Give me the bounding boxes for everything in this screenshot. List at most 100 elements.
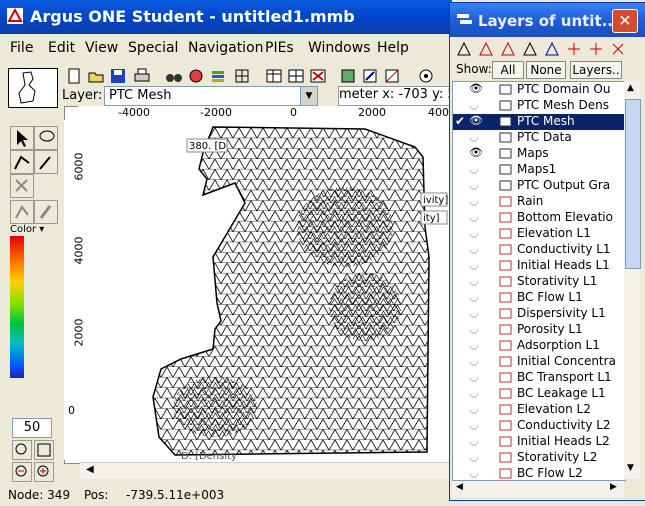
zoom-out-icon[interactable] xyxy=(12,462,32,482)
eye-closed-icon[interactable]: ◡ xyxy=(469,402,485,415)
grid-table-icon[interactable] xyxy=(286,66,306,86)
menu-help[interactable]: Help xyxy=(377,40,409,56)
layer-list[interactable]: 👁 PTC Domain Ou ◡ PTC Mesh Dens ✔ 👁 PTC Mesh ◡ P… xyxy=(452,81,626,481)
scroll-left-icon[interactable]: ◀ xyxy=(456,482,463,492)
scrollbar-thumb[interactable] xyxy=(625,99,641,269)
eye-closed-icon[interactable]: ◡ xyxy=(469,178,485,191)
chevron-down-icon[interactable]: ▼ xyxy=(300,87,317,105)
eye-closed-icon[interactable]: ◡ xyxy=(469,130,485,143)
open-folder-icon[interactable] xyxy=(86,66,106,86)
zoom-in-icon[interactable] xyxy=(34,462,54,482)
grid-select-icon[interactable] xyxy=(232,66,252,86)
layer-tool-icon[interactable] xyxy=(498,39,518,59)
print-icon[interactable] xyxy=(132,66,152,86)
layer-item[interactable]: ◡ Adsorption L1 xyxy=(453,338,625,354)
vertex-tool-icon[interactable] xyxy=(10,200,34,224)
eye-closed-icon[interactable]: ◡ xyxy=(469,258,485,271)
layer-tool-icon[interactable] xyxy=(476,39,496,59)
menu-navigation[interactable]: Navigation xyxy=(188,40,264,56)
layer-item[interactable]: ◡ BC Leakage L1 xyxy=(453,386,625,402)
eye-closed-icon[interactable]: ◡ xyxy=(469,306,485,319)
layer-item[interactable]: ◡ Initial Heads L2 xyxy=(453,434,625,450)
scroll-up-icon[interactable]: ▲ xyxy=(627,83,634,93)
edit-layer-icon[interactable] xyxy=(360,66,380,86)
eye-icon[interactable]: 👁 xyxy=(469,146,485,159)
arrow-select-icon[interactable] xyxy=(10,126,34,150)
overview-thumbnail[interactable] xyxy=(8,68,58,108)
save-icon[interactable] xyxy=(108,66,128,86)
eye-closed-icon[interactable]: ◡ xyxy=(469,98,485,111)
eye-closed-icon[interactable]: ◡ xyxy=(469,370,485,383)
eye-closed-icon[interactable]: ◡ xyxy=(469,450,485,463)
layer-item[interactable]: ◡ Storativity L2 xyxy=(453,450,625,466)
layer-item[interactable]: ◡ BC Flow L1 xyxy=(453,290,625,306)
pencil-icon[interactable] xyxy=(34,200,58,224)
menu-view[interactable]: View xyxy=(85,40,118,56)
layer-tool-icon[interactable] xyxy=(542,39,562,59)
layer-list-vertical-scrollbar[interactable]: ▲ ▼ xyxy=(624,81,641,479)
layer-item[interactable]: ◡ BC Transport L1 xyxy=(453,370,625,386)
layer-select[interactable]: PTC Mesh ▼ xyxy=(104,86,318,106)
layer-item[interactable]: 👁 PTC Domain Ou xyxy=(453,82,625,98)
magic-wand-icon[interactable] xyxy=(34,150,58,174)
show-none-button[interactable]: None xyxy=(526,61,566,79)
table-icon[interactable] xyxy=(264,66,284,86)
menu-edit[interactable]: Edit xyxy=(48,40,75,56)
eye-icon[interactable]: 👁 xyxy=(469,114,485,127)
drawing-canvas[interactable]: 380. [D ivity] ity] D. [Density xyxy=(64,106,452,464)
layer-item[interactable]: ◡ PTC Output Gra xyxy=(453,178,625,194)
delete-grid-icon[interactable] xyxy=(308,66,328,86)
layer-item[interactable]: ✔ 👁 PTC Mesh xyxy=(453,114,625,130)
layer-tool-icon[interactable] xyxy=(586,39,606,59)
menu-file[interactable]: File xyxy=(10,40,33,56)
layer-item[interactable]: ◡ Conductivity L2 xyxy=(453,418,625,434)
layer-tool-icon[interactable] xyxy=(608,39,628,59)
eye-closed-icon[interactable]: ◡ xyxy=(469,434,485,447)
layer-item[interactable]: ◡ BC Flow L2 xyxy=(453,466,625,480)
eye-closed-icon[interactable]: ◡ xyxy=(469,210,485,223)
scroll-left-icon[interactable]: ◀ xyxy=(86,464,94,475)
eye-closed-icon[interactable]: ◡ xyxy=(469,194,485,207)
layer-item[interactable]: ◡ Conductivity L1 xyxy=(453,242,625,258)
layers-stack-icon[interactable] xyxy=(208,66,228,86)
layer-item[interactable]: ◡ PTC Mesh Dens xyxy=(453,98,625,114)
eye-closed-icon[interactable]: ◡ xyxy=(469,386,485,399)
menu-windows[interactable]: Windows xyxy=(308,40,371,56)
mesh-tool-icon[interactable] xyxy=(382,66,402,86)
layer-item[interactable]: ◡ Dispersivity L1 xyxy=(453,306,625,322)
eye-closed-icon[interactable]: ◡ xyxy=(469,242,485,255)
layer-item[interactable]: 👁 Maps xyxy=(453,146,625,162)
show-layers-button[interactable]: Layers.. xyxy=(570,61,622,79)
export-layer-icon[interactable] xyxy=(338,66,358,86)
color-mode-select[interactable]: Color ▾ xyxy=(10,224,44,235)
eye-closed-icon[interactable]: ◡ xyxy=(469,226,485,239)
layer-item[interactable]: ◡ Elevation L1 xyxy=(453,226,625,242)
layer-tool-icon[interactable] xyxy=(520,39,540,59)
layers-titlebar[interactable]: Layers of untit... ✕ xyxy=(450,3,645,37)
scroll-right-icon[interactable]: ▶ xyxy=(610,482,617,492)
layer-tool-icon[interactable] xyxy=(564,39,584,59)
layer-item[interactable]: ◡ Elevation L2 xyxy=(453,402,625,418)
main-titlebar[interactable]: Argus ONE Student - untitled1.mmb xyxy=(0,0,452,34)
new-file-icon[interactable] xyxy=(64,66,84,86)
menu-pies[interactable]: PIEs xyxy=(265,40,294,56)
polyline-icon[interactable] xyxy=(10,150,34,174)
layer-item[interactable]: ◡ Porosity L1 xyxy=(453,322,625,338)
eye-closed-icon[interactable]: ◡ xyxy=(469,338,485,351)
scroll-down-icon[interactable]: ▼ xyxy=(627,463,634,473)
close-icon[interactable]: ✕ xyxy=(612,9,638,33)
scissors-icon[interactable] xyxy=(10,174,34,198)
layer-item[interactable]: ◡ Maps1 xyxy=(453,162,625,178)
layer-list-horizontal-scrollbar[interactable]: ◀ ▶ xyxy=(452,481,624,497)
run-icon[interactable] xyxy=(416,66,436,86)
zoom-field[interactable]: 50 xyxy=(12,418,52,438)
plugin-icon[interactable] xyxy=(186,66,206,86)
eye-closed-icon[interactable]: ◡ xyxy=(469,162,485,175)
eye-closed-icon[interactable]: ◡ xyxy=(469,290,485,303)
lasso-icon[interactable] xyxy=(34,126,58,150)
eye-closed-icon[interactable]: ◡ xyxy=(469,322,485,335)
eye-icon[interactable]: 👁 xyxy=(469,82,485,95)
layer-item[interactable]: ◡ Bottom Elevatio xyxy=(453,210,625,226)
zoom-window-icon[interactable] xyxy=(34,440,54,460)
eye-closed-icon[interactable]: ◡ xyxy=(469,274,485,287)
